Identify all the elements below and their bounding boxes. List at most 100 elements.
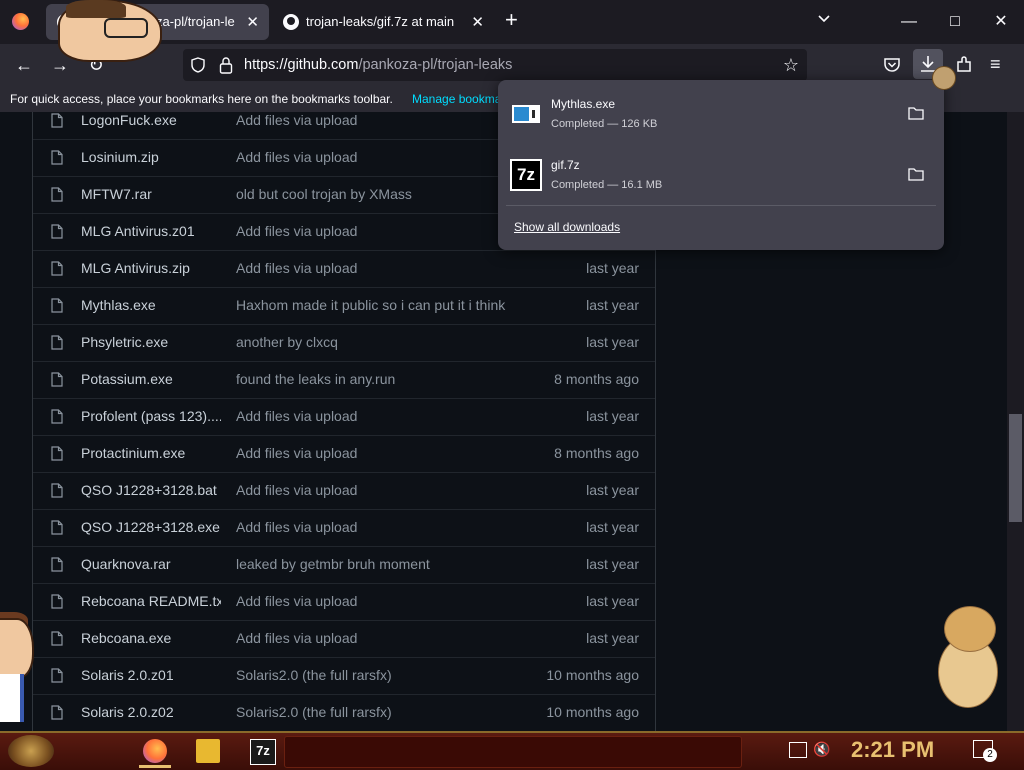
file-row[interactable]: Rebcoana.exe Add files via upload last yea… [33, 620, 655, 657]
file-name-link[interactable]: Solaris 2.0.z02 [81, 704, 221, 720]
file-name-link[interactable]: Rebcoana.exe [81, 630, 221, 646]
scrollbar[interactable] [1007, 112, 1024, 731]
download-filename: gif.7z [551, 158, 580, 172]
commit-message-link[interactable]: Solaris2.0 (the full rarsfx) [236, 704, 546, 720]
file-explorer-icon[interactable] [196, 739, 220, 763]
file-name-link[interactable]: MLG Antivirus.z01 [81, 223, 221, 239]
file-icon [51, 631, 63, 646]
commit-age: last year [586, 482, 639, 498]
file-row[interactable]: QSO J1228+3128.exe Add files via upload la… [33, 509, 655, 546]
file-icon [51, 557, 63, 572]
commit-message-link[interactable]: found the leaks in any.run [236, 371, 546, 387]
commit-age: last year [586, 630, 639, 646]
tab-gif-7z[interactable]: trojan-leaks/gif.7z at main · p ✕ [272, 4, 494, 40]
file-name-link[interactable]: MLG Antivirus.zip [81, 260, 221, 276]
shield-icon[interactable] [191, 57, 205, 73]
minimize-button[interactable]: — [886, 8, 932, 36]
file-name-link[interactable]: Solaris 2.0.z01 [81, 667, 221, 683]
close-window-button[interactable]: ✕ [978, 8, 1024, 36]
commit-message-link[interactable]: Add files via upload [236, 260, 546, 276]
commit-message-link[interactable]: another by clxcq [236, 334, 546, 350]
file-name-link[interactable]: Quarknova.rar [81, 556, 221, 572]
file-name-link[interactable]: Protactinium.exe [81, 445, 221, 461]
file-row[interactable]: Profolent (pass 123).... Add files via up… [33, 398, 655, 435]
download-item-gif7z[interactable]: 7z gif.7z Completed — 16.1 MB [504, 147, 938, 203]
menu-hamburger-icon[interactable]: ≡ [990, 54, 1001, 75]
file-icon [51, 668, 63, 683]
file-name-link[interactable]: Potassium.exe [81, 371, 221, 387]
exe-icon [512, 105, 540, 123]
url-text[interactable]: https://github.com/pankoza-pl/trojan-lea… [244, 57, 512, 73]
file-name-link[interactable]: LogonFuck.exe [81, 112, 221, 128]
file-icon [51, 705, 63, 720]
file-name-link[interactable]: Losinium.zip [81, 149, 221, 165]
firefox-icon[interactable] [143, 739, 167, 763]
show-all-downloads-button[interactable]: Show all downloads [514, 220, 620, 234]
file-row[interactable]: Mythlas.exe Haxhom made it public so i ca… [33, 287, 655, 324]
start-button[interactable] [8, 735, 54, 767]
file-name-link[interactable]: QSO J1228+3128.exe [81, 519, 221, 535]
extensions-icon[interactable] [955, 55, 973, 73]
back-button[interactable]: ← [11, 52, 37, 78]
7zip-icon[interactable]: 7z [250, 739, 276, 765]
file-row[interactable]: Quarknova.rar leaked by getmbr bruh momen… [33, 546, 655, 583]
commit-age: 8 months ago [554, 371, 639, 387]
commit-age: last year [586, 556, 639, 572]
commit-message-link[interactable]: Add files via upload [236, 593, 546, 609]
file-row[interactable]: Protactinium.exe Add files via upload 8 mo… [33, 435, 655, 472]
commit-message-link[interactable]: leaked by getmbr bruh moment [236, 556, 546, 572]
tab-title: trojan-leaks/gif.7z at main · p [306, 14, 456, 29]
commit-message-link[interactable]: Solaris2.0 (the full rarsfx) [236, 667, 546, 683]
scrollbar-thumb[interactable] [1009, 414, 1022, 522]
firefox-logo-icon[interactable] [12, 13, 29, 30]
file-icon [51, 372, 63, 387]
download-item-mythlas[interactable]: Mythlas.exe Completed — 126 KB [504, 86, 938, 142]
pocket-icon[interactable] [883, 57, 901, 73]
tab-close-icon[interactable]: ✕ [246, 13, 259, 31]
file-name-link[interactable]: Rebcoana README.txt [81, 593, 221, 609]
new-tab-button[interactable]: + [505, 9, 518, 31]
taskbar-clock[interactable]: 2:21 PM [851, 737, 934, 763]
commit-message-link[interactable]: Add files via upload [236, 445, 546, 461]
folder-icon[interactable] [908, 167, 924, 181]
commit-message-link[interactable]: Add files via upload [236, 630, 546, 646]
notification-count-badge: 2 [983, 748, 997, 762]
commit-age: last year [586, 408, 639, 424]
file-name-link[interactable]: Phsyletric.exe [81, 334, 221, 350]
cartoon-head-overlay [58, 0, 162, 62]
file-row[interactable]: Solaris 2.0.z01 Solaris2.0 (the full rars… [33, 657, 655, 694]
chevron-down-icon[interactable] [818, 12, 830, 24]
file-name-link[interactable]: QSO J1228+3128.bat [81, 482, 221, 498]
tab-close-icon[interactable]: ✕ [471, 13, 484, 31]
file-row[interactable]: Potassium.exe found the leaks in any.run 8… [33, 361, 655, 398]
lock-icon[interactable] [219, 56, 233, 74]
downloads-panel: Mythlas.exe Completed — 126 KB 7z gif.7z… [498, 80, 944, 250]
file-icon [51, 335, 63, 350]
commit-message-link[interactable]: Add files via upload [236, 482, 546, 498]
file-icon [51, 113, 63, 128]
commit-message-link[interactable]: Haxhom made it public so i can put it i … [236, 297, 546, 313]
file-icon [51, 261, 63, 276]
cartoon-shirt [0, 674, 24, 722]
volume-muted-icon[interactable]: 🔇 [813, 741, 830, 758]
network-icon[interactable] [789, 742, 807, 758]
file-row[interactable]: QSO J1228+3128.bat Add files via upload la… [33, 472, 655, 509]
address-bar[interactable]: https://github.com/pankoza-pl/trojan-lea… [183, 49, 807, 81]
file-icon [51, 520, 63, 535]
file-row[interactable]: Rebcoana README.txt Add files via upload l… [33, 583, 655, 620]
github-icon [283, 14, 299, 30]
file-icon [51, 298, 63, 313]
commit-age: last year [586, 260, 639, 276]
folder-icon[interactable] [908, 106, 924, 120]
file-name-link[interactable]: Mythlas.exe [81, 297, 221, 313]
file-name-link[interactable]: MFTW7.rar [81, 186, 221, 202]
maximize-button[interactable]: □ [932, 8, 978, 36]
commit-message-link[interactable]: Add files via upload [236, 408, 546, 424]
bookmark-star-icon[interactable]: ☆ [783, 55, 799, 76]
file-row[interactable]: Solaris 2.0.z02 Solaris2.0 (the full rars… [33, 694, 655, 731]
commit-message-link[interactable]: Add files via upload [236, 519, 546, 535]
file-row[interactable]: Phsyletric.exe another by clxcq last year [33, 324, 655, 361]
commit-age: last year [586, 334, 639, 350]
file-name-link[interactable]: Profolent (pass 123).... [81, 408, 221, 424]
file-row[interactable]: MLG Antivirus.zip Add files via upload las… [33, 250, 655, 287]
